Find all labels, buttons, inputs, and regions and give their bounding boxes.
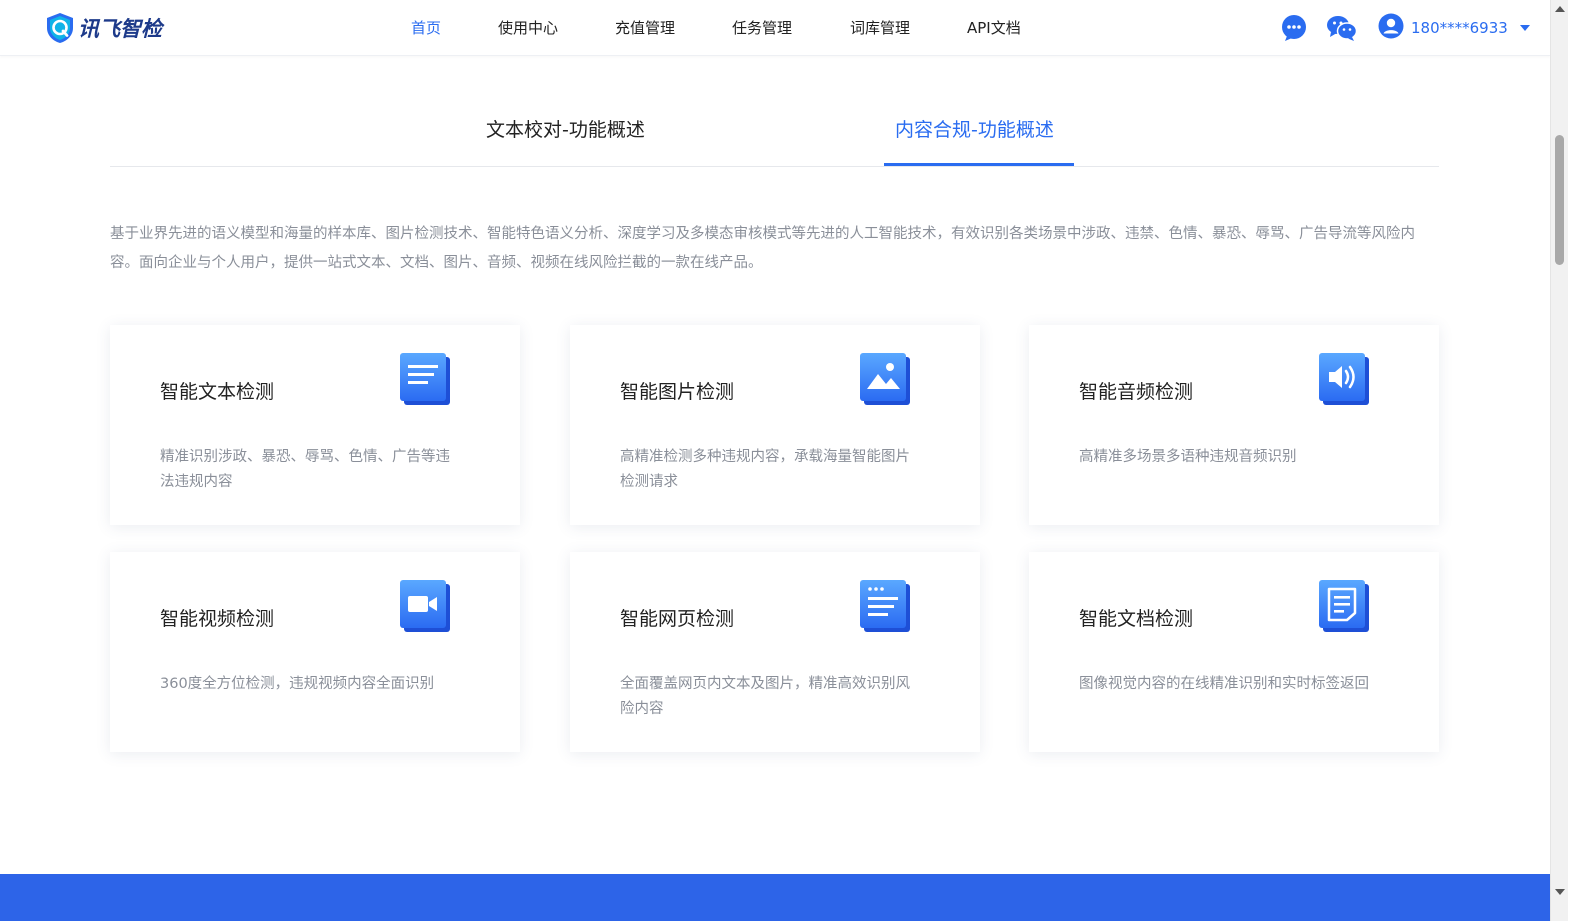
chevron-down-icon[interactable] xyxy=(1519,25,1530,31)
card-title: 智能文本检测 xyxy=(160,381,275,403)
image-icon xyxy=(860,353,912,407)
page: 讯飞智检 首页 使用中心 充值管理 任务管理 词库管理 API文档 180***… xyxy=(0,0,1550,921)
card-description: 高精准多场景多语种违规音频识别 xyxy=(1079,449,1297,465)
active-tab-indicator xyxy=(884,163,1074,166)
scroll-up-icon[interactable] xyxy=(1555,6,1565,12)
card-description: 高精准检测多种违规内容，承载海量智能图片检测请求 xyxy=(620,449,910,490)
document-icon xyxy=(1319,580,1371,634)
nav-usage-center[interactable]: 使用中心 xyxy=(498,17,558,38)
speaker-icon xyxy=(1319,353,1371,407)
nav-recharge[interactable]: 充值管理 xyxy=(615,17,675,38)
card-description: 全面覆盖网页内文本及图片，精准高效识别风险内容 xyxy=(620,676,910,717)
feature-card-video[interactable]: 智能视频检测 360度全方位检测，违规视频内容全面识别 xyxy=(110,552,520,752)
nav-home[interactable]: 首页 xyxy=(411,17,441,38)
card-title: 智能音频检测 xyxy=(1079,381,1194,403)
user-menu[interactable]: 180****6933 xyxy=(1378,13,1530,43)
footer-bar xyxy=(0,874,1550,921)
card-description: 图像视觉内容的在线精准识别和实时标签返回 xyxy=(1079,676,1369,692)
text-document-icon xyxy=(400,353,452,407)
card-description: 360度全方位检测，违规视频内容全面识别 xyxy=(160,676,435,692)
scroll-down-icon[interactable] xyxy=(1555,889,1565,895)
user-name: 180****6933 xyxy=(1411,19,1508,37)
feature-tabs: 文本校对-功能概述 内容合规-功能概述 xyxy=(110,100,1439,167)
tab-content-compliance[interactable]: 内容合规-功能概述 xyxy=(895,115,1054,142)
card-title: 智能文档检测 xyxy=(1079,608,1194,630)
feature-card-text[interactable]: 智能文本检测 精准识别涉政、暴恐、辱骂、色情、广告等违法违规内容 xyxy=(110,325,520,525)
card-title: 智能视频检测 xyxy=(160,608,275,630)
feature-card-audio[interactable]: 智能音频检测 高精准多场景多语种违规音频识别 xyxy=(1029,325,1439,525)
feature-card-image[interactable]: 智能图片检测 高精准检测多种违规内容，承载海量智能图片检测请求 xyxy=(570,325,980,525)
top-header: 讯飞智检 首页 使用中心 充值管理 任务管理 词库管理 API文档 180***… xyxy=(0,0,1550,56)
nav-tasks[interactable]: 任务管理 xyxy=(732,17,792,38)
logo-text: 讯飞智检 xyxy=(78,17,162,41)
card-title: 智能网页检测 xyxy=(620,608,735,630)
feature-card-webpage[interactable]: 智能网页检测 全面覆盖网页内文本及图片，精准高效识别风险内容 xyxy=(570,552,980,752)
feature-card-document[interactable]: 智能文档检测 图像视觉内容的在线精准识别和实时标签返回 xyxy=(1029,552,1439,752)
scroll-thumb[interactable] xyxy=(1555,135,1564,265)
webpage-icon xyxy=(860,580,912,634)
card-title: 智能图片检测 xyxy=(620,381,735,403)
logo-shield-icon xyxy=(44,12,76,44)
window-edge xyxy=(1568,0,1593,921)
logo[interactable]: 讯飞智检 xyxy=(44,11,162,45)
product-description: 基于业界先进的语义模型和海量的样本库、图片检测技术、智能特色语义分析、深度学习及… xyxy=(110,226,1415,271)
video-camera-icon xyxy=(400,580,452,634)
page-scrollbar[interactable] xyxy=(1550,0,1568,921)
chat-bubble-icon[interactable] xyxy=(1280,14,1308,42)
wechat-icon[interactable] xyxy=(1326,14,1358,42)
nav-lexicon[interactable]: 词库管理 xyxy=(850,17,910,38)
tab-text-proofreading[interactable]: 文本校对-功能概述 xyxy=(486,115,645,142)
card-description: 精准识别涉政、暴恐、辱骂、色情、广告等违法违规内容 xyxy=(160,449,450,490)
user-avatar-icon xyxy=(1378,13,1404,43)
nav-api-docs[interactable]: API文档 xyxy=(967,17,1021,38)
